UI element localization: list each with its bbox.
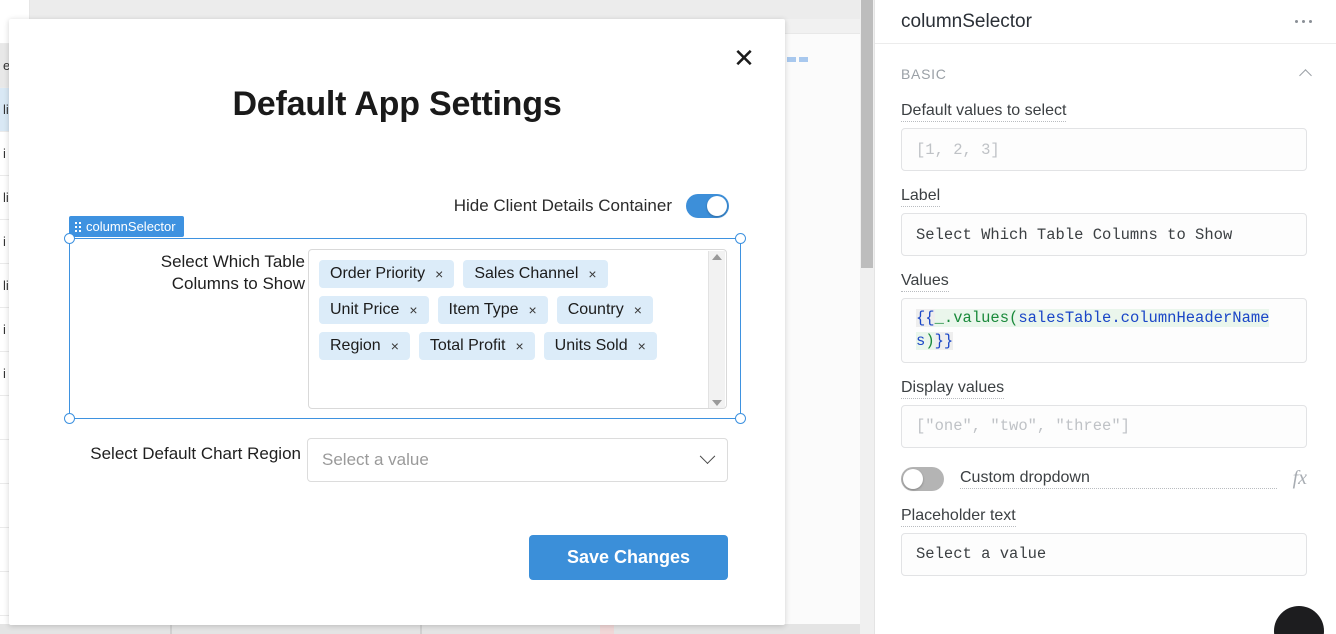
list-item[interactable]: Total Profit ×: [418, 332, 535, 360]
inspector-header: columnSelector: [875, 0, 1336, 44]
fx-icon[interactable]: fx: [1293, 467, 1307, 490]
chart-region-select[interactable]: Select a value: [307, 438, 728, 482]
values-label: Values: [901, 272, 949, 292]
code-open-brace: {{: [916, 309, 935, 327]
help-fab-button[interactable]: [1274, 606, 1324, 634]
drag-handle-icon[interactable]: [75, 221, 81, 232]
default-values-label: Default values to select: [901, 102, 1067, 122]
tag-label: Units Sold: [554, 337, 628, 354]
inspector-title: columnSelector: [901, 10, 1032, 32]
list-item[interactable]: Country ×: [556, 296, 653, 324]
resize-handle-bottom-left[interactable]: [64, 413, 75, 424]
selected-widget-frame: columnSelector Select Which Table Column…: [64, 216, 746, 424]
close-icon[interactable]: ✕: [729, 43, 759, 73]
resize-handle-bottom-right[interactable]: [735, 413, 746, 424]
resize-handle-top-left[interactable]: [64, 233, 75, 244]
list-item[interactable]: Units Sold ×: [543, 332, 657, 360]
tag-label: Total Profit: [429, 337, 506, 354]
column-selector-multiselect[interactable]: Order Priority × Sales Channel × Unit Pric…: [308, 249, 727, 409]
chevron-up-icon[interactable]: [1299, 69, 1312, 82]
scroll-down-icon[interactable]: [712, 400, 722, 406]
remove-tag-icon[interactable]: ×: [588, 267, 596, 281]
tag-label: Unit Price: [330, 301, 400, 318]
list-item[interactable]: Unit Price ×: [319, 296, 429, 324]
save-button[interactable]: Save Changes: [529, 535, 728, 580]
chevron-down-icon[interactable]: [699, 447, 716, 464]
background-top-strip: [0, 0, 880, 19]
remove-tag-icon[interactable]: ×: [409, 303, 417, 317]
chart-region-label: Select Default Chart Region: [90, 444, 301, 463]
remove-tag-icon[interactable]: ×: [391, 339, 399, 353]
selected-tags-list: Order Priority × Sales Channel × Unit Pric…: [319, 260, 716, 360]
page-scrollbar-thumb[interactable]: [861, 0, 873, 268]
display-values-input[interactable]: ["one", "two", "three"]: [901, 404, 1307, 448]
section-title: BASIC: [901, 66, 947, 82]
remove-tag-icon[interactable]: ×: [638, 339, 646, 353]
tag-label: Sales Channel: [474, 265, 579, 282]
tag-label: Country: [567, 301, 624, 318]
custom-dropdown-row: Custom dropdown fx: [901, 466, 1307, 491]
strip-nub: [420, 624, 422, 634]
list-item[interactable]: Order Priority ×: [319, 260, 455, 288]
more-options-icon[interactable]: [1293, 14, 1315, 30]
list-item[interactable]: Region ×: [319, 332, 410, 360]
toggle-knob: [707, 196, 727, 216]
toggle-knob: [903, 468, 923, 489]
remove-tag-icon[interactable]: ×: [529, 303, 537, 317]
multiselect-scrollbar[interactable]: [708, 251, 725, 408]
strip-nub: [170, 624, 172, 634]
code-function: _.values(: [934, 309, 1019, 327]
values-input[interactable]: {{_.values(salesTable.columnHeaderNames)…: [901, 298, 1307, 363]
page-scrollbar[interactable]: [860, 0, 874, 634]
label-field-label: Label: [901, 187, 941, 207]
remove-tag-icon[interactable]: ×: [515, 339, 523, 353]
placeholder-text-input[interactable]: Select a value: [901, 532, 1307, 576]
strip-nub: [600, 624, 614, 634]
list-item[interactable]: Sales Channel ×: [463, 260, 608, 288]
background-chips: [787, 57, 808, 62]
display-values-label: Display values: [901, 379, 1005, 399]
placeholder-text-label: Placeholder text: [901, 507, 1016, 527]
background-chip: [787, 57, 796, 62]
hide-client-details-toggle[interactable]: [686, 194, 729, 218]
inspector-body: BASIC Default values to select [1, 2, 3]…: [875, 44, 1336, 576]
custom-dropdown-label: Custom dropdown: [960, 469, 1277, 489]
widget-name-badge[interactable]: columnSelector: [69, 216, 184, 237]
basic-section-header[interactable]: BASIC: [901, 44, 1312, 86]
inspector-panel: columnSelector BASIC Default values to s…: [874, 0, 1336, 634]
app-root: e li i li i li i i ✕ Default App Setting…: [0, 0, 1336, 634]
tag-label: Order Priority: [330, 265, 426, 282]
code-close-paren: ): [925, 332, 935, 351]
page-title: Default App Settings: [232, 85, 562, 123]
column-selector-label: Select Which Table Columns to Show: [160, 252, 305, 294]
remove-tag-icon[interactable]: ×: [435, 267, 443, 281]
default-app-settings-modal: ✕ Default App Settings Hide Client Detai…: [9, 19, 785, 625]
background-chip: [799, 57, 808, 62]
list-item[interactable]: Item Type ×: [437, 296, 548, 324]
hide-client-details-label: Hide Client Details Container: [453, 196, 672, 215]
label-field-input[interactable]: Select Which Table Columns to Show: [901, 213, 1307, 256]
chart-region-placeholder: Select a value: [322, 450, 429, 469]
background-bottom-strip: [0, 624, 880, 634]
widget-badge-label: columnSelector: [86, 219, 176, 234]
resize-handle-top-right[interactable]: [735, 233, 746, 244]
default-values-input[interactable]: [1, 2, 3]: [901, 128, 1307, 171]
tag-label: Item Type: [448, 301, 519, 318]
scroll-up-icon[interactable]: [712, 254, 722, 260]
hide-client-details-row: Hide Client Details Container: [9, 194, 785, 218]
code-close-brace: }}: [934, 332, 954, 351]
custom-dropdown-toggle[interactable]: [901, 466, 944, 491]
remove-tag-icon[interactable]: ×: [634, 303, 642, 317]
tag-label: Region: [330, 337, 381, 354]
